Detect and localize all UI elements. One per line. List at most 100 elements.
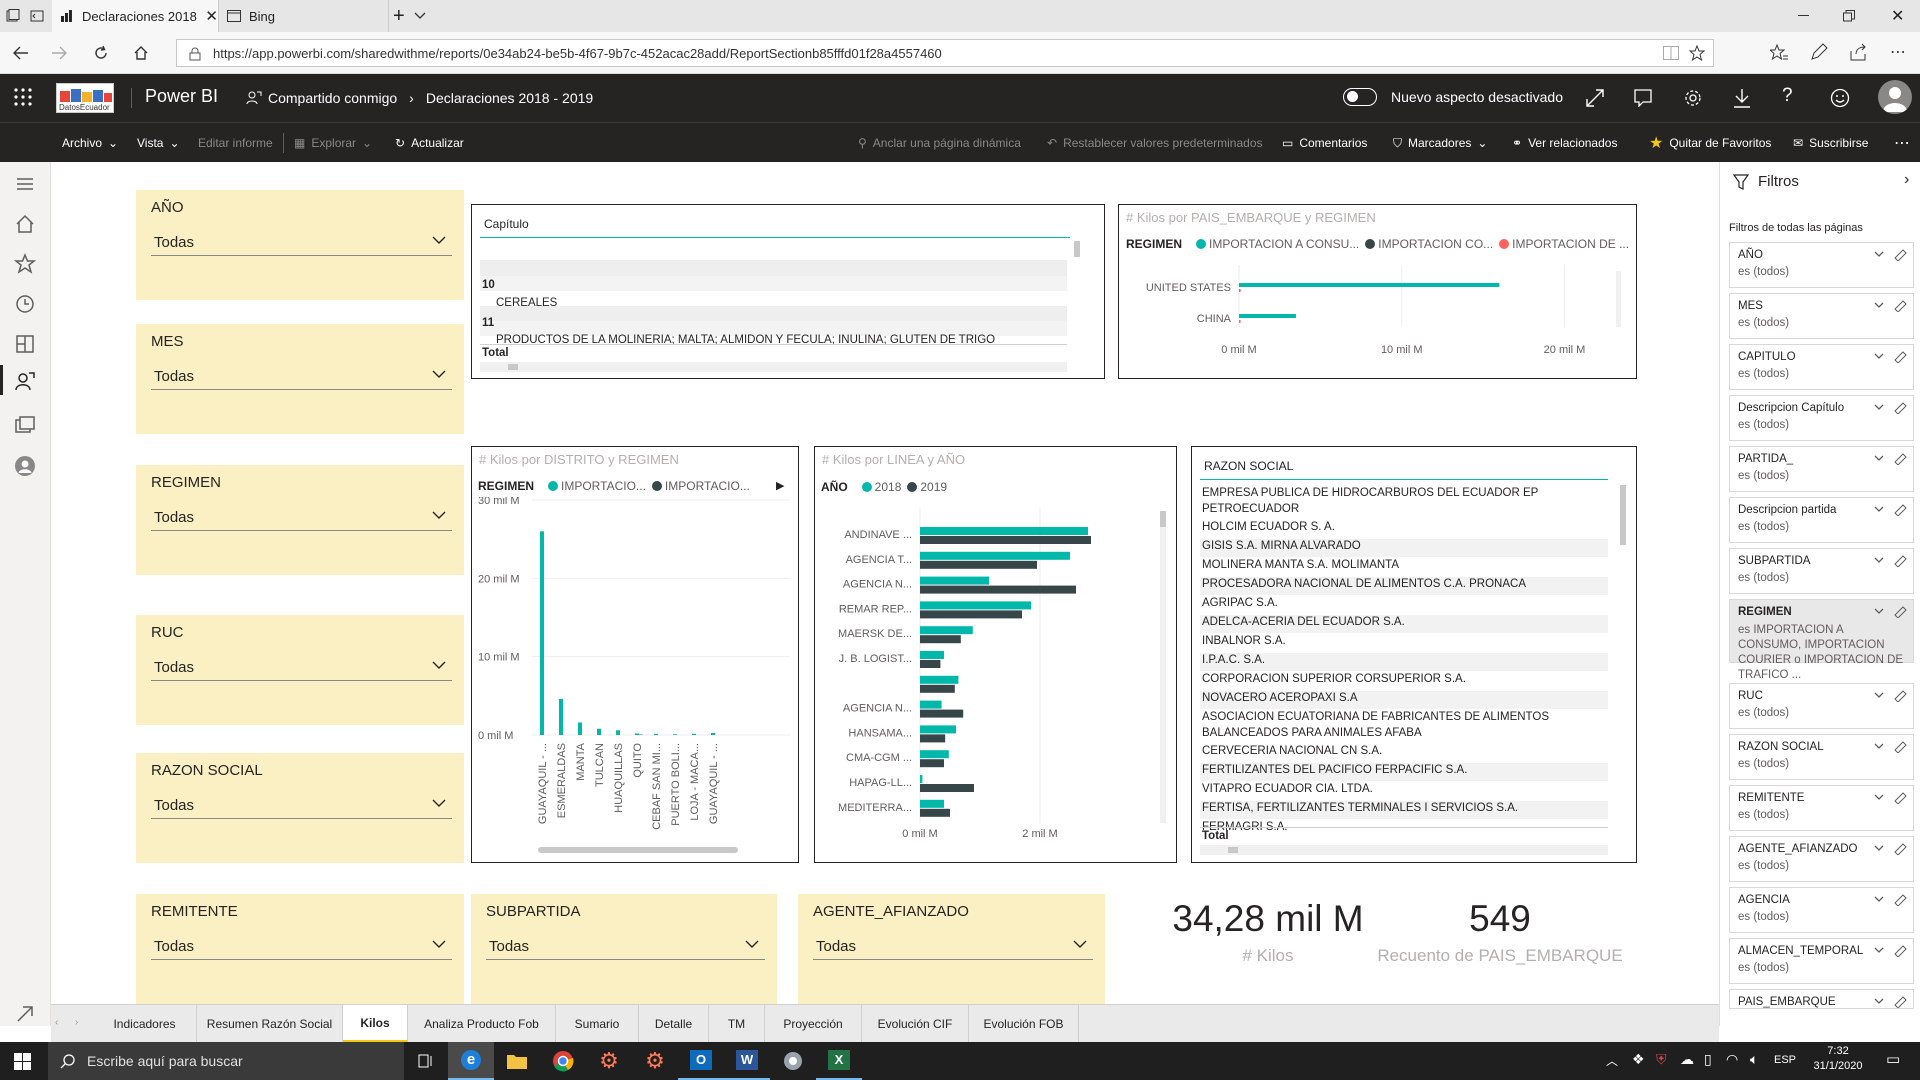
table-row[interactable]: MOLINERA MANTA S.A. MOLIMANTA bbox=[1202, 559, 1399, 571]
back-icon[interactable] bbox=[8, 40, 34, 66]
linea-chart[interactable]: # Kilos por LINEA y AÑO AÑO 2018 2019 0 … bbox=[814, 446, 1177, 863]
filter-card[interactable]: CAPITULO es (todos) bbox=[1729, 344, 1914, 390]
new-tab-icon[interactable]: + bbox=[388, 0, 406, 32]
table-row[interactable]: CORPORACION SUPERIOR CORSUPERIOR S.A. bbox=[1202, 673, 1466, 685]
workspaces-icon[interactable] bbox=[13, 414, 37, 438]
table-row[interactable]: FERTILIZANTES DEL PACIFICO FERPACIFIC S.… bbox=[1202, 764, 1467, 776]
legend-entry[interactable]: IMPORTACIO... bbox=[665, 479, 750, 493]
file-explorer-icon[interactable] bbox=[494, 1042, 540, 1080]
bookmarks-button[interactable]: ⛉ Marcadores ⌄ bbox=[1393, 123, 1487, 163]
expand-arrow-icon[interactable] bbox=[13, 1002, 37, 1026]
tab-analiza-producto-fob[interactable]: Analiza Producto Fob bbox=[408, 1005, 556, 1043]
filter-card[interactable]: PAIS_EMBARQUE bbox=[1729, 989, 1914, 1009]
filter-card[interactable]: ALMACEN_TEMPORAL es (todos) bbox=[1729, 938, 1914, 984]
vertical-scrollbar[interactable] bbox=[1618, 461, 1628, 841]
task-view-icon[interactable] bbox=[404, 1042, 448, 1080]
dropbox-icon[interactable]: ❖ bbox=[1632, 1051, 1645, 1068]
pais-embarque-chart[interactable]: # Kilos por PAIS_EMBARQUE y REGIMEN REGI… bbox=[1118, 204, 1637, 379]
outlook-icon[interactable]: O bbox=[678, 1042, 724, 1080]
language-indicator[interactable]: ESP bbox=[1774, 1054, 1796, 1066]
table-row[interactable]: INBALNOR S.A. bbox=[1202, 635, 1286, 647]
tray-chevron-up-icon[interactable]: ︿ bbox=[1606, 1052, 1618, 1069]
comments-button[interactable]: ▭ Comentarios bbox=[1282, 123, 1367, 163]
tab-resumen-raz-n-social[interactable]: Resumen Razón Social bbox=[197, 1005, 343, 1043]
edit-report-button[interactable]: Editar informe bbox=[198, 123, 273, 163]
hubspot-icon-2[interactable]: ⚙ bbox=[632, 1042, 678, 1080]
browser-tab-powerbi[interactable]: Declaraciones 2018 - 2C ✕ bbox=[52, 0, 218, 32]
slicer-dropdown[interactable]: Todas bbox=[151, 228, 452, 256]
capitulo-table[interactable]: Capítulo 10 CEREALES 11 PRODUCTOS DE LA … bbox=[471, 204, 1105, 379]
word-icon[interactable]: W bbox=[724, 1042, 770, 1080]
recent-clock-icon[interactable] bbox=[13, 292, 37, 316]
tab-evoluci-n-cif[interactable]: Evolución CIF bbox=[862, 1005, 969, 1043]
tab-prev-icon[interactable]: ‹ bbox=[55, 1017, 58, 1028]
chrome-icon[interactable] bbox=[540, 1042, 586, 1080]
antivirus-icon[interactable]: ⛨ bbox=[1656, 1051, 1667, 1068]
razon-social-table[interactable]: RAZON SOCIAL EMPRESA PUBLICA DE HIDROCAR… bbox=[1191, 446, 1637, 863]
table-row[interactable]: GISIS S.A. MIRNA ALVARADO bbox=[1202, 540, 1361, 552]
filter-actions-icon[interactable] bbox=[1873, 453, 1907, 465]
table-row[interactable]: PETROECUADOR bbox=[1202, 503, 1299, 515]
table-row[interactable]: AGRIPAC S.A. bbox=[1202, 597, 1278, 609]
filter-actions-icon[interactable] bbox=[1873, 249, 1907, 261]
vista-menu[interactable]: Vista ⌄ bbox=[137, 123, 180, 163]
favorites-star-icon[interactable] bbox=[13, 252, 37, 276]
minimize-icon[interactable] bbox=[1798, 0, 1818, 32]
filter-card[interactable]: AÑO es (todos) bbox=[1729, 242, 1914, 288]
hubspot-icon[interactable]: ⚙ bbox=[586, 1042, 632, 1080]
new-look-toggle[interactable] bbox=[1343, 88, 1377, 106]
table-row[interactable]: NOVACERO ACEROPAXI S.A bbox=[1202, 692, 1358, 704]
subscribe-button[interactable]: ✉ Suscribirse bbox=[1793, 123, 1868, 163]
filter-card[interactable]: MES es (todos) bbox=[1729, 293, 1914, 339]
filter-actions-icon[interactable] bbox=[1873, 792, 1907, 804]
share-icon[interactable] bbox=[1850, 43, 1868, 61]
filter-card[interactable]: SUBPARTIDA es (todos) bbox=[1729, 548, 1914, 594]
legend-next-icon[interactable]: ▶ bbox=[776, 479, 784, 492]
chevron-down-icon[interactable] bbox=[414, 0, 430, 32]
excel-icon[interactable]: X bbox=[816, 1042, 862, 1080]
slicer-dropdown[interactable]: Todas bbox=[151, 503, 452, 531]
reading-view-icon[interactable] bbox=[1663, 46, 1679, 60]
pin-live-page-button[interactable]: ⚲ Anclar una página dinámica bbox=[858, 123, 1021, 163]
table-row[interactable]: EMPRESA PUBLICA DE HIDROCARBUROS DEL ECU… bbox=[1202, 487, 1538, 499]
home-icon[interactable] bbox=[128, 40, 154, 66]
close-window-icon[interactable]: ✕ bbox=[1891, 0, 1911, 32]
clock[interactable]: 7:32 31/1/2020 bbox=[1808, 1045, 1868, 1072]
filter-actions-icon[interactable] bbox=[1873, 945, 1907, 957]
table-row[interactable]: BALANCEADOS PARA ANIMALES AFABA bbox=[1202, 727, 1422, 739]
filter-actions-icon[interactable] bbox=[1873, 996, 1907, 1008]
explore-button[interactable]: ▦ Explorar ⌄ bbox=[294, 123, 372, 163]
app-launcher-icon[interactable] bbox=[14, 88, 32, 106]
filter-card[interactable]: AGENCIA es (todos) bbox=[1729, 887, 1914, 933]
battery-icon[interactable]: ▯ bbox=[1704, 1051, 1712, 1068]
table-row[interactable]: ASOCIACION ECUATORIANA DE FABRICANTES DE… bbox=[1202, 711, 1549, 723]
distrito-chart[interactable]: # Kilos por DISTRITO y REGIMEN REGIMEN I… bbox=[471, 446, 799, 863]
app-name[interactable]: Power BI bbox=[145, 86, 218, 107]
restore-icon[interactable] bbox=[1843, 0, 1863, 32]
table-row[interactable]: ADELCA-ACERIA DEL ECUADOR S.A. bbox=[1202, 616, 1405, 628]
feedback-smiley-icon[interactable] bbox=[1830, 88, 1850, 108]
more-icon[interactable]: ⋯ bbox=[1890, 42, 1906, 62]
filter-actions-icon[interactable] bbox=[1873, 351, 1907, 363]
see-related-button[interactable]: ⚭ Ver relacionados bbox=[1512, 123, 1617, 163]
filter-actions-icon[interactable] bbox=[1873, 504, 1907, 516]
legend-entry[interactable]: 2018 bbox=[875, 480, 902, 494]
forward-icon[interactable] bbox=[46, 40, 72, 66]
collapse-pane-icon[interactable]: › bbox=[1904, 171, 1909, 189]
close-tab-icon[interactable]: ✕ bbox=[205, 7, 218, 25]
filter-actions-icon[interactable] bbox=[1873, 690, 1907, 702]
url-input[interactable]: https://app.powerbi.com/sharedwithme/rep… bbox=[176, 39, 1714, 67]
tab-proyecci-n[interactable]: Proyección bbox=[765, 1005, 862, 1043]
avatar[interactable] bbox=[1878, 80, 1912, 114]
horizontal-scrollbar[interactable] bbox=[1200, 845, 1608, 855]
tab-tm[interactable]: TM bbox=[709, 1005, 765, 1043]
notifications-icon[interactable]: ▭ bbox=[1886, 1050, 1900, 1068]
tab-actions-icon[interactable] bbox=[6, 0, 30, 32]
shared-with-me-icon[interactable] bbox=[13, 370, 37, 394]
favorite-star-icon[interactable] bbox=[1689, 45, 1705, 61]
more-options-icon[interactable]: ⋯ bbox=[1894, 123, 1910, 163]
filter-actions-icon[interactable] bbox=[1873, 606, 1907, 618]
vertical-scrollbar[interactable] bbox=[1072, 221, 1082, 361]
slicer-dropdown[interactable]: Todas bbox=[151, 653, 452, 681]
refresh-icon[interactable] bbox=[88, 40, 114, 66]
